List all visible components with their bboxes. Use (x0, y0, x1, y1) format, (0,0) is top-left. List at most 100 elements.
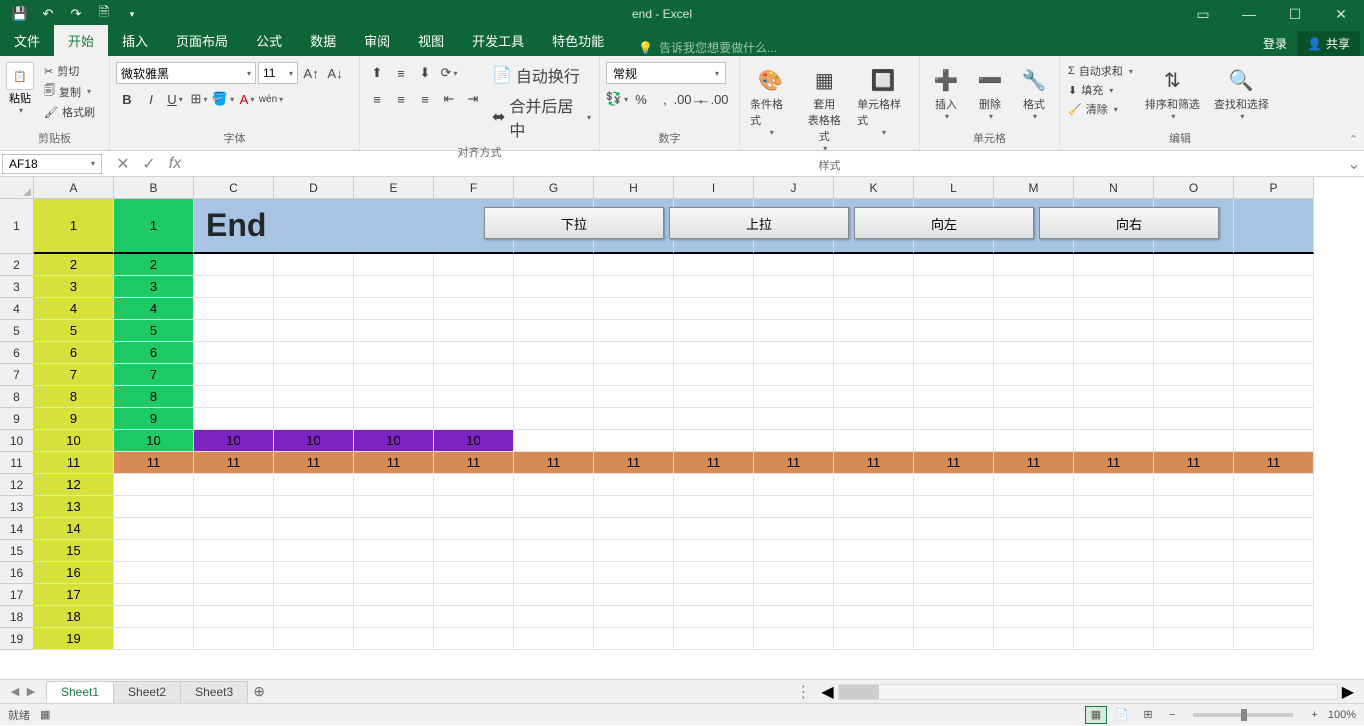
col-header-K[interactable]: K (834, 177, 914, 199)
cell-N6[interactable] (1074, 342, 1154, 364)
cell-P2[interactable] (1234, 254, 1314, 276)
cell-H7[interactable] (594, 364, 674, 386)
row-header-5[interactable]: 5 (0, 320, 34, 342)
row-header-6[interactable]: 6 (0, 342, 34, 364)
tab-developer[interactable]: 开发工具 (458, 25, 538, 56)
cell-K18[interactable] (834, 606, 914, 628)
row-header-12[interactable]: 12 (0, 474, 34, 496)
cell-O3[interactable] (1154, 276, 1234, 298)
cell-H3[interactable] (594, 276, 674, 298)
cell-G10[interactable] (514, 430, 594, 452)
cell-C12[interactable] (194, 474, 274, 496)
cell-J17[interactable] (754, 584, 834, 606)
cell-E7[interactable] (354, 364, 434, 386)
cell-I13[interactable] (674, 496, 754, 518)
cell-J4[interactable] (754, 298, 834, 320)
cell-N12[interactable] (1074, 474, 1154, 496)
cell-G19[interactable] (514, 628, 594, 650)
cell-G16[interactable] (514, 562, 594, 584)
cell-G12[interactable] (514, 474, 594, 496)
cell-P14[interactable] (1234, 518, 1314, 540)
sheet-tab-3[interactable]: Sheet3 (180, 681, 248, 703)
tab-page-layout[interactable]: 页面布局 (162, 25, 242, 56)
redo-icon[interactable]: ↷ (64, 2, 88, 26)
cell-B18[interactable] (114, 606, 194, 628)
cell-M4[interactable] (994, 298, 1074, 320)
cell-L12[interactable] (914, 474, 994, 496)
select-all-button[interactable] (0, 177, 34, 199)
cell-E18[interactable] (354, 606, 434, 628)
tab-view[interactable]: 视图 (404, 25, 458, 56)
confirm-formula-icon[interactable]: ✓ (136, 153, 162, 175)
cell-L17[interactable] (914, 584, 994, 606)
cell-E5[interactable] (354, 320, 434, 342)
collapse-ribbon-icon[interactable]: ⌃ (1349, 133, 1358, 146)
cell-N13[interactable] (1074, 496, 1154, 518)
cell-N17[interactable] (1074, 584, 1154, 606)
cell-O9[interactable] (1154, 408, 1234, 430)
cell-F8[interactable] (434, 386, 514, 408)
paste-button[interactable]: 📋 粘贴 ▾ (6, 62, 34, 115)
cell-P6[interactable] (1234, 342, 1314, 364)
grow-font-button[interactable]: A↑ (300, 62, 322, 84)
cell-a6[interactable]: 6 (34, 342, 114, 364)
cell-G4[interactable] (514, 298, 594, 320)
cell-I6[interactable] (674, 342, 754, 364)
cell-b5[interactable]: 5 (114, 320, 194, 342)
cell-G3[interactable] (514, 276, 594, 298)
cell-P7[interactable] (1234, 364, 1314, 386)
cell-J3[interactable] (754, 276, 834, 298)
cell-L6[interactable] (914, 342, 994, 364)
row-header-1[interactable]: 1 (0, 199, 34, 254)
cell-N3[interactable] (1074, 276, 1154, 298)
cell-M12[interactable] (994, 474, 1074, 496)
cell-G8[interactable] (514, 386, 594, 408)
tab-review[interactable]: 审阅 (350, 25, 404, 56)
cell-K14[interactable] (834, 518, 914, 540)
cell-O18[interactable] (1154, 606, 1234, 628)
cell-O19[interactable] (1154, 628, 1234, 650)
cell-L8[interactable] (914, 386, 994, 408)
align-right-button[interactable]: ≡ (414, 88, 436, 110)
cell-O14[interactable] (1154, 518, 1234, 540)
cell-M17[interactable] (994, 584, 1074, 606)
cell-K9[interactable] (834, 408, 914, 430)
zoom-out-icon[interactable]: − (1163, 709, 1181, 721)
cell-J9[interactable] (754, 408, 834, 430)
insert-cells-button[interactable]: ➕插入▾ (926, 62, 966, 123)
cell-J7[interactable] (754, 364, 834, 386)
cell-a15[interactable]: 15 (34, 540, 114, 562)
cell-C14[interactable] (194, 518, 274, 540)
cell-D15[interactable] (274, 540, 354, 562)
cell-M11[interactable]: 11 (994, 452, 1074, 474)
cell-J10[interactable] (754, 430, 834, 452)
cell-D12[interactable] (274, 474, 354, 496)
cell-b10[interactable]: 10 (114, 430, 194, 452)
cell-J8[interactable] (754, 386, 834, 408)
cell-I4[interactable] (674, 298, 754, 320)
col-header-O[interactable]: O (1154, 177, 1234, 199)
cell-N4[interactable] (1074, 298, 1154, 320)
hscroll-split-icon[interactable]: ⋮ (795, 682, 811, 702)
cell-b8[interactable]: 8 (114, 386, 194, 408)
cell-M14[interactable] (994, 518, 1074, 540)
cell-J19[interactable] (754, 628, 834, 650)
cell-I10[interactable] (674, 430, 754, 452)
cell-E15[interactable] (354, 540, 434, 562)
cell-D13[interactable] (274, 496, 354, 518)
format-cells-button[interactable]: 🔧格式▾ (1014, 62, 1054, 123)
autosum-button[interactable]: Σ自动求和▾ (1066, 62, 1135, 80)
cell-F2[interactable] (434, 254, 514, 276)
orientation-button[interactable]: ⟳▾ (438, 62, 460, 84)
cell-G7[interactable] (514, 364, 594, 386)
cell-C11[interactable]: 11 (194, 452, 274, 474)
cell-D17[interactable] (274, 584, 354, 606)
cell-K15[interactable] (834, 540, 914, 562)
cell-E17[interactable] (354, 584, 434, 606)
cell-K5[interactable] (834, 320, 914, 342)
cell-K19[interactable] (834, 628, 914, 650)
cell-E4[interactable] (354, 298, 434, 320)
login-link[interactable]: 登录 (1263, 35, 1287, 52)
cell-F11[interactable]: 11 (434, 452, 514, 474)
cell-O16[interactable] (1154, 562, 1234, 584)
